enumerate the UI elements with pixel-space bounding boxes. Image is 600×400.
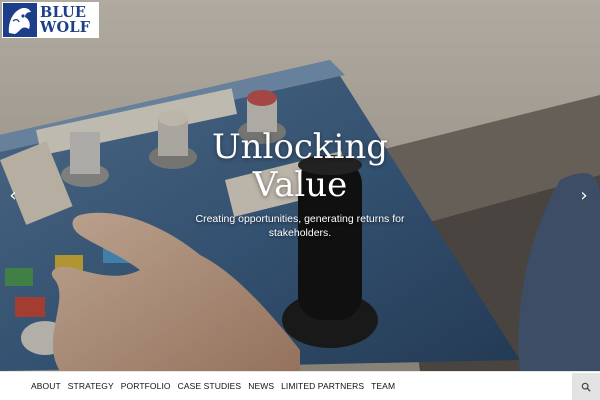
chevron-left-icon: ‹ — [9, 185, 17, 206]
chevron-right-icon: › — [580, 185, 588, 206]
nav-item-case-studies[interactable]: CASE STUDIES — [178, 381, 242, 391]
slider-next-button[interactable]: › — [573, 184, 595, 208]
logo-line2: WOLF — [40, 19, 91, 36]
search-button[interactable] — [572, 373, 600, 400]
nav-list: ABOUT STRATEGY PORTFOLIO CASE STUDIES NE… — [31, 372, 402, 400]
logo-line1: BLUE — [40, 4, 87, 21]
nav-item-strategy[interactable]: STRATEGY — [68, 381, 114, 391]
logo[interactable]: BLUE WOLF — [2, 2, 99, 38]
search-icon — [581, 382, 591, 392]
nav-item-limited-partners[interactable]: LIMITED PARTNERS — [281, 381, 364, 391]
nav-item-news[interactable]: NEWS — [248, 381, 274, 391]
hero-subtitle: Creating opportunities, generating retur… — [195, 213, 405, 239]
logo-wordmark: BLUE WOLF — [40, 5, 90, 35]
nav-item-about[interactable]: ABOUT — [31, 381, 61, 391]
nav-item-team[interactable]: TEAM — [371, 381, 395, 391]
hero-title-line1: Unlocking — [211, 127, 389, 167]
hero-title: Unlocking Value — [160, 128, 440, 204]
main-navigation: ABOUT STRATEGY PORTFOLIO CASE STUDIES NE… — [0, 371, 600, 400]
hero-title-line2: Value — [252, 165, 348, 205]
nav-item-portfolio[interactable]: PORTFOLIO — [121, 381, 171, 391]
slider-prev-button[interactable]: ‹ — [2, 184, 24, 208]
hero-caption: Unlocking Value Creating opportunities, … — [160, 128, 440, 240]
wolf-logo-icon — [3, 3, 37, 37]
hero-slider: Unlocking Value Creating opportunities, … — [0, 0, 600, 371]
